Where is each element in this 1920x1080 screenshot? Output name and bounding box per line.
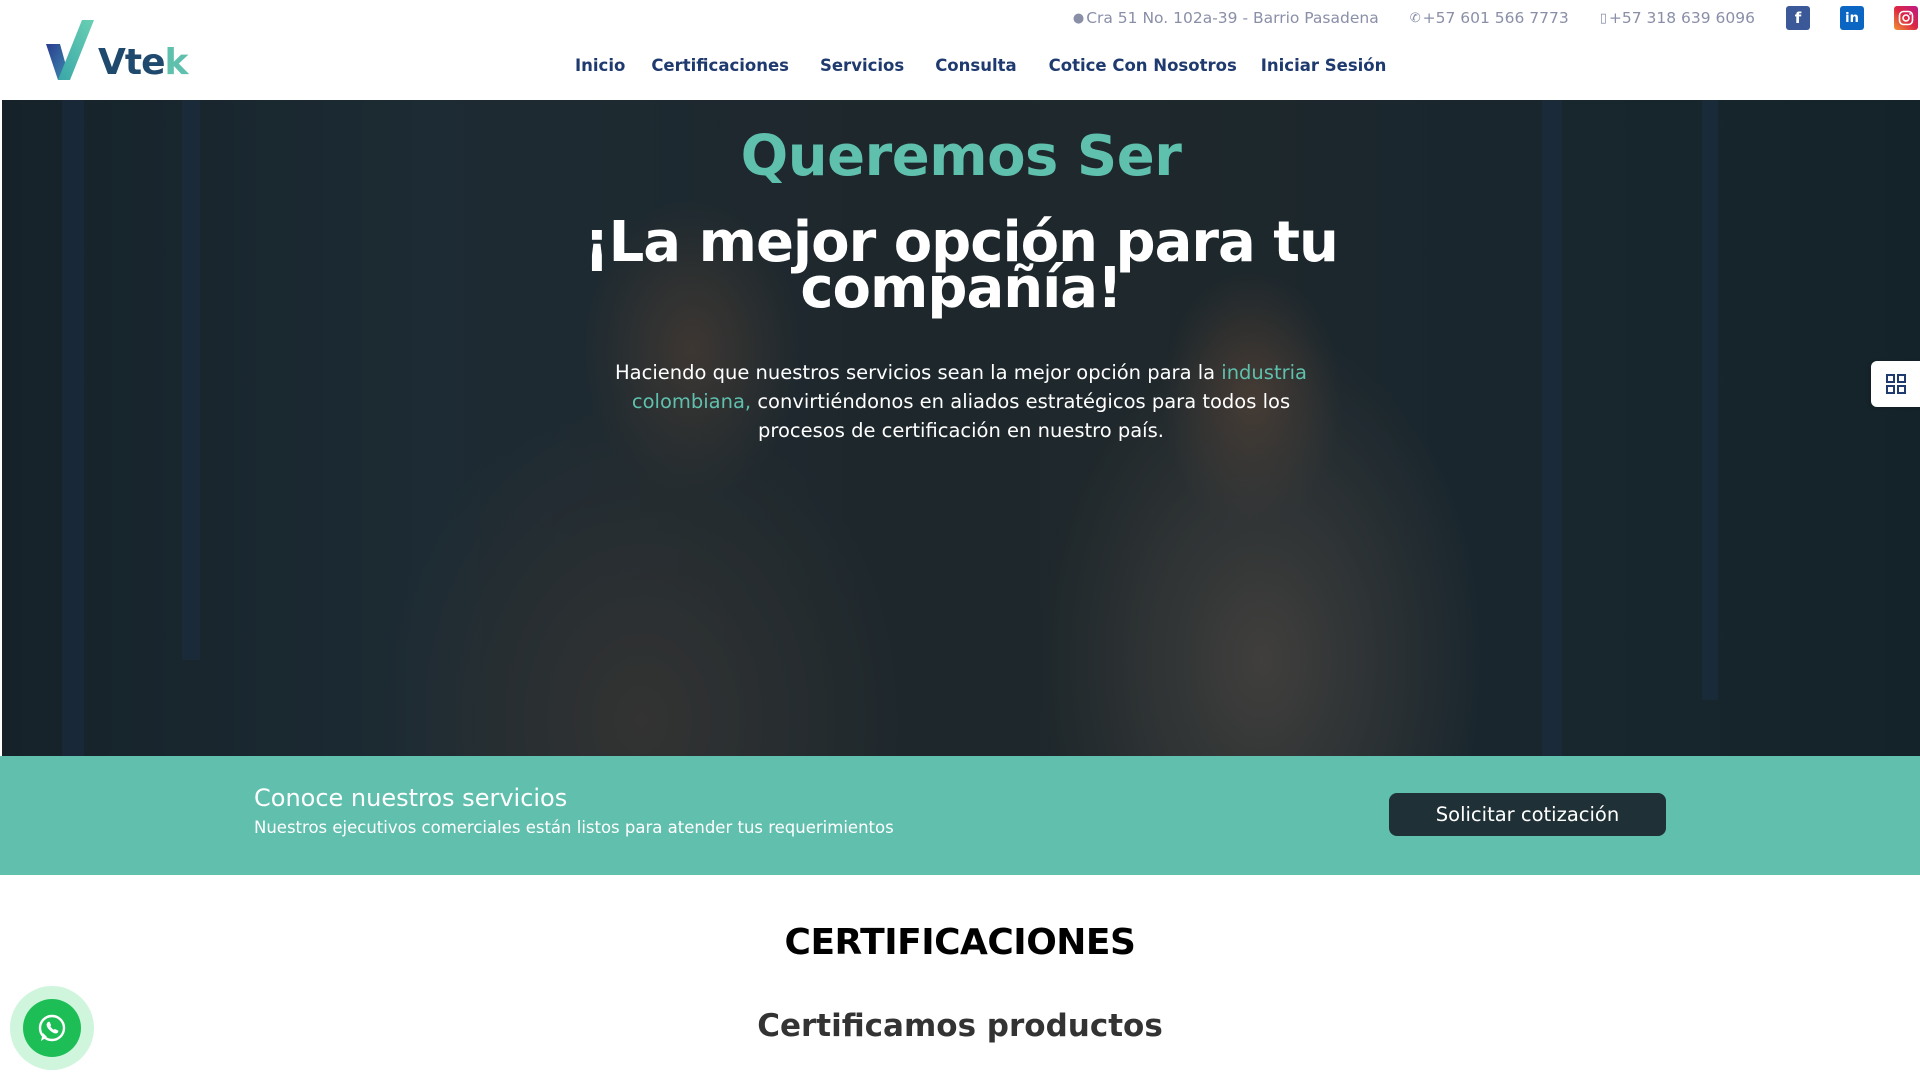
social-links: f in: [1786, 6, 1920, 30]
phone-item[interactable]: ✆ +57 601 566 7773: [1410, 9, 1569, 27]
nav-consulta[interactable]: Consulta: [935, 56, 1016, 75]
whatsapp-icon: [38, 1014, 66, 1042]
address-item: ● Cra 51 No. 102a-39 - Barrio Pasadena: [1073, 9, 1379, 27]
contact-bar: ● Cra 51 No. 102a-39 - Barrio Pasadena ✆…: [1073, 6, 1920, 30]
whatsapp-float: [10, 986, 94, 1070]
logo-text: Vtek: [98, 42, 188, 83]
request-quote-button[interactable]: Solicitar cotización: [1389, 793, 1666, 836]
nav-servicios[interactable]: Servicios: [820, 56, 904, 75]
hero-banner: Queremos Ser ¡La mejor opción para tu co…: [2, 100, 1920, 756]
map-pin-icon: ●: [1072, 10, 1085, 26]
hero-subtitle: ¡La mejor opción para tu compañía!: [584, 210, 1339, 321]
certificaciones-heading: CERTIFICACIONES: [784, 922, 1136, 963]
logo[interactable]: Vtek: [46, 18, 188, 84]
mobile-item[interactable]: ▯ +57 318 639 6096: [1600, 9, 1755, 27]
grid-icon: [1885, 374, 1906, 394]
mobile-text: +57 318 639 6096: [1608, 9, 1755, 27]
phone-text: +57 601 566 7773: [1422, 9, 1569, 27]
facebook-icon[interactable]: f: [1786, 6, 1810, 30]
whatsapp-button[interactable]: [23, 999, 81, 1057]
hero-description: Haciendo que nuestros servicios sean la …: [615, 361, 1307, 442]
site-header: Vtek ● Cra 51 No. 102a-39 - Barrio Pasad…: [0, 0, 1920, 100]
hero-title: Queremos Ser: [740, 124, 1182, 189]
linkedin-icon[interactable]: in: [1840, 6, 1864, 30]
phone-icon: ✆: [1409, 10, 1421, 26]
side-panel-toggle[interactable]: [1871, 361, 1920, 407]
nav-cotice-con-nosotros[interactable]: Cotice Con Nosotros: [1049, 56, 1237, 75]
services-cta-band: Conoce nuestros servicios Nuestros ejecu…: [0, 756, 1920, 875]
instagram-icon[interactable]: [1894, 6, 1918, 30]
nav-certificaciones[interactable]: Certificaciones: [651, 56, 789, 75]
cta-title: Conoce nuestros servicios: [254, 784, 568, 812]
main-nav: Inicio Certificaciones Servicios Consult…: [575, 56, 1412, 75]
address-text: Cra 51 No. 102a-39 - Barrio Pasadena: [1086, 9, 1379, 27]
cta-subtitle: Nuestros ejecutivos comerciales están li…: [254, 818, 894, 837]
mobile-icon: ▯: [1599, 10, 1607, 26]
certificaciones-subheading: Certificamos productos: [757, 1008, 1163, 1044]
nav-inicio[interactable]: Inicio: [575, 56, 625, 75]
nav-iniciar-sesion[interactable]: Iniciar Sesión: [1261, 56, 1387, 75]
